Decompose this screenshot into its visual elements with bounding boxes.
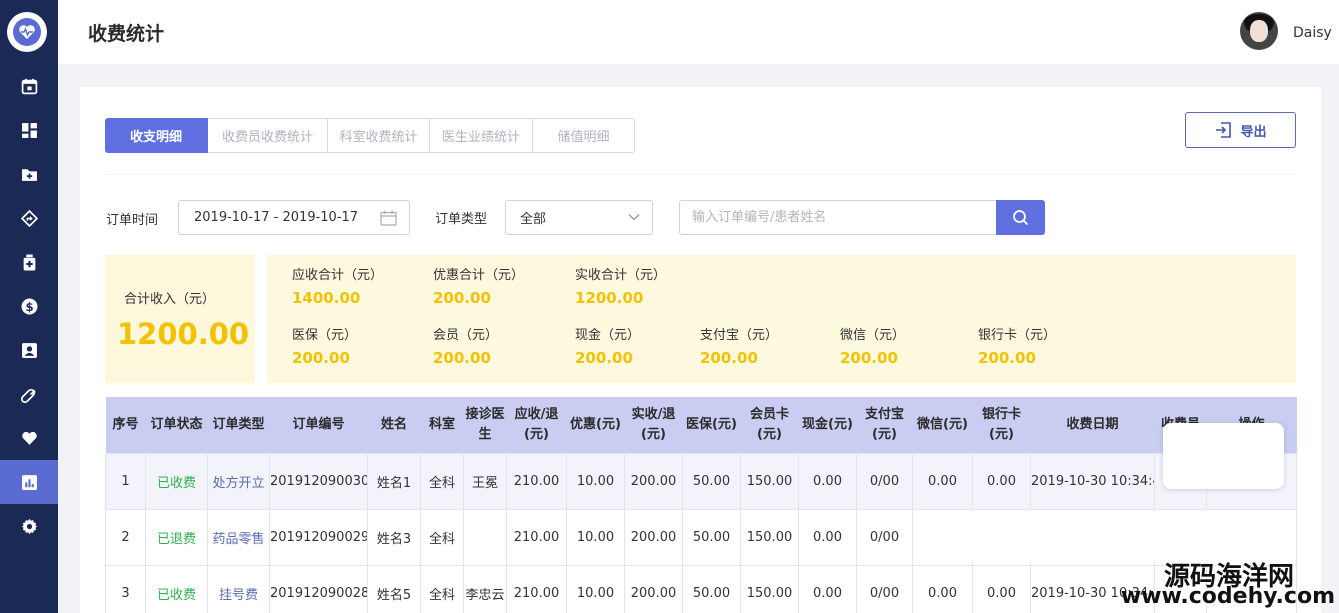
- search-icon: [1013, 210, 1029, 226]
- export-icon: [1216, 122, 1232, 138]
- stat-discount: 优惠合计（元） 200.00: [433, 268, 525, 307]
- stat-wechat: 微信（元） 200.00: [840, 328, 906, 367]
- order-type-label: 订单类型: [435, 212, 488, 227]
- sidebar-item-finance[interactable]: $: [0, 284, 58, 328]
- tab-bar: 收支明细 收费员收费统计 科室收费统计 医生业绩统计 储值明细: [105, 118, 635, 153]
- medicine-icon: [23, 254, 35, 270]
- stat-alipay: 支付宝（元） 200.00: [700, 328, 779, 367]
- charges-table: 序号 订单状态 订单类型 订单编号 姓名 科室 接诊医生 应收/退(元) 优惠(…: [105, 397, 1297, 613]
- divider: [105, 174, 1296, 175]
- search-button[interactable]: [996, 200, 1045, 235]
- col-header: 现金(元): [802, 416, 853, 432]
- stat-bank-card: 银行卡（元） 200.00: [978, 328, 1057, 367]
- sidebar-item-medicine[interactable]: [0, 240, 58, 284]
- order-time-label: 订单时间: [106, 213, 159, 228]
- username[interactable]: Daisy: [1293, 25, 1332, 41]
- col-header: 订单状态: [150, 416, 203, 432]
- tab-stored-value[interactable]: 储值明细: [533, 118, 635, 153]
- chevron-down-icon: [628, 214, 640, 221]
- stat-cash: 现金（元） 200.00: [575, 328, 641, 367]
- col-header: 优惠(元): [570, 416, 621, 432]
- dashboard-icon: [21, 122, 37, 138]
- order-type-select[interactable]: 全部: [505, 200, 653, 235]
- status-badge: 已收费: [145, 452, 208, 510]
- col-header: 支付宝(元): [864, 406, 904, 442]
- status-badge: 已收费: [145, 564, 208, 613]
- search-input[interactable]: [679, 200, 997, 235]
- col-header: 会员卡(元): [749, 406, 789, 442]
- order-type-value: 全部: [520, 212, 547, 227]
- calendar-icon: [380, 210, 397, 226]
- col-header: 医保(元): [686, 416, 737, 432]
- sidebar-item-calendar[interactable]: [0, 64, 58, 108]
- sidebar-item-statistics[interactable]: [0, 460, 58, 504]
- tab-cashier-stats[interactable]: 收费员收费统计: [208, 118, 328, 153]
- sidebar-item-settings[interactable]: [0, 504, 58, 548]
- popup-overlay: [1163, 423, 1284, 489]
- export-button[interactable]: 导出: [1185, 112, 1296, 148]
- tab-department-stats[interactable]: 科室收费统计: [328, 118, 430, 153]
- col-header: 订单编号: [292, 416, 345, 432]
- status-badge: 已退费: [145, 508, 208, 566]
- sidebar: $: [0, 0, 58, 613]
- blurred-region: [930, 510, 1285, 562]
- col-header: 实收/退(元): [631, 406, 676, 442]
- date-range-picker[interactable]: 2019-10-17 - 2019-10-17: [178, 200, 410, 235]
- page-title: 收费统计: [88, 23, 165, 45]
- col-header: 银行卡(元): [981, 406, 1021, 442]
- dollar-icon: $: [21, 298, 37, 314]
- sidebar-item-dashboard[interactable]: [0, 108, 58, 152]
- table-header-row: 序号 订单状态 订单类型 订单编号 姓名 科室 接诊医生 应收/退(元) 优惠(…: [105, 397, 1297, 453]
- id-card-icon: [21, 342, 37, 358]
- sidebar-item-favorites[interactable]: [0, 416, 58, 460]
- heart-pulse-icon: [13, 18, 41, 46]
- diamond-route-icon: [20, 209, 38, 227]
- col-header: 科室: [428, 416, 455, 432]
- watermark-line2: www.codehy.com: [1120, 584, 1335, 609]
- sidebar-item-pharmacy[interactable]: [0, 372, 58, 416]
- summary-stats-panel: 应收合计（元） 1400.00 优惠合计（元） 200.00 实收合计（元） 1200…: [267, 255, 1296, 383]
- date-range-value: 2019-10-17 - 2019-10-17: [194, 210, 359, 225]
- chart-icon: [21, 474, 37, 490]
- svg-text:$: $: [25, 299, 33, 313]
- tab-doctor-performance[interactable]: 医生业绩统计: [430, 118, 533, 153]
- sidebar-item-route[interactable]: [0, 196, 58, 240]
- export-label: 导出: [1240, 124, 1267, 140]
- col-header: 姓名: [380, 416, 407, 432]
- col-header: 订单类型: [212, 416, 265, 432]
- table-row[interactable]: 3 已收费 挂号费 201912090028 姓名5 全科 李忠云 210.00…: [105, 564, 1297, 613]
- col-header: 微信(元): [917, 416, 968, 432]
- calendar-icon: [21, 78, 37, 94]
- watermark: 源码海洋网 www.codehy.com: [1121, 556, 1339, 613]
- avatar[interactable]: [1240, 12, 1278, 50]
- gear-icon: [21, 518, 37, 534]
- stat-received: 实收合计（元） 1200.00: [575, 268, 667, 307]
- stat-insurance: 医保（元） 200.00: [292, 328, 358, 367]
- col-header: 收费日期: [1066, 416, 1119, 432]
- stat-member: 会员（元） 200.00: [433, 328, 499, 367]
- stat-receivable: 应收合计（元） 1400.00: [292, 268, 384, 307]
- total-income-panel: 合计收入（元） 1200.00: [105, 255, 255, 383]
- tab-income-detail[interactable]: 收支明细: [105, 118, 208, 153]
- col-header: 应收/退(元): [514, 406, 559, 442]
- folder-add-icon: [21, 168, 37, 181]
- logo[interactable]: [7, 12, 47, 52]
- col-header: 接诊医生: [465, 406, 505, 442]
- sidebar-item-folder[interactable]: [0, 152, 58, 196]
- top-header: 收费统计 Daisy: [58, 0, 1339, 64]
- sidebar-item-patients[interactable]: [0, 328, 58, 372]
- total-income-value: 1200.00: [117, 317, 250, 351]
- heart-icon: [21, 431, 37, 445]
- col-header: 序号: [112, 416, 139, 432]
- table-row[interactable]: 1 已收费 处方开立 201912090030 姓名1 全科 王冕 210.00…: [105, 452, 1297, 510]
- total-income-label: 合计收入（元）: [124, 292, 216, 307]
- pill-icon: [20, 388, 35, 403]
